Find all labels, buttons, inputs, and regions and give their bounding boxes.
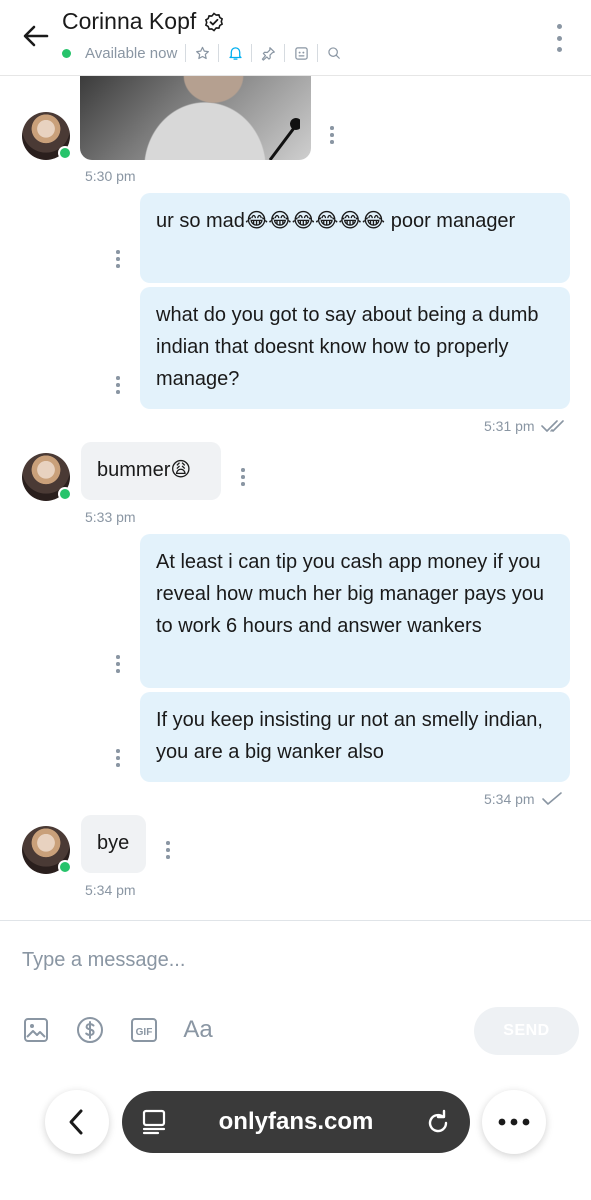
message-options-icon[interactable]	[115, 749, 121, 767]
message-input[interactable]	[22, 940, 562, 980]
reload-icon[interactable]	[424, 1107, 452, 1142]
browser-back-button[interactable]	[45, 1090, 109, 1154]
more-options-icon[interactable]	[552, 24, 566, 52]
online-status-dot	[58, 860, 72, 874]
divider	[284, 44, 286, 62]
chevron-left-icon	[69, 1109, 83, 1135]
arrow-left-icon	[23, 25, 49, 47]
pin-icon[interactable]	[260, 45, 276, 61]
contact-name: Corinna Kopf	[62, 8, 197, 34]
message-options-icon[interactable]	[329, 126, 335, 144]
image-icon[interactable]	[20, 1014, 52, 1046]
message-bubble-sent[interactable]: ur so mad😂😂😂😂😂😂 poor manager	[140, 193, 570, 283]
message-time: 5:33 pm	[85, 509, 136, 525]
divider	[185, 44, 187, 62]
online-status-dot	[58, 146, 72, 160]
message-options-icon[interactable]	[165, 841, 171, 859]
divider	[251, 44, 253, 62]
message-options-icon[interactable]	[115, 250, 121, 268]
divider	[317, 44, 319, 62]
avatar[interactable]	[22, 112, 72, 160]
message-bubble-received[interactable]: bummer😩	[81, 442, 221, 500]
browser-menu-button[interactable]	[482, 1090, 546, 1154]
message-bubble-sent[interactable]: If you keep insisting ur not an smelly i…	[140, 692, 570, 782]
message-text: what do you got to say about being a dum…	[156, 304, 539, 390]
search-icon[interactable]	[326, 45, 342, 61]
svg-text:GIF: GIF	[136, 1027, 153, 1038]
message-options-icon[interactable]	[115, 376, 121, 394]
gif-icon[interactable]: GIF	[128, 1014, 160, 1046]
message-time-row: 5:31 pm	[484, 418, 567, 434]
message-time: 5:30 pm	[85, 168, 136, 184]
message-text: At least i can tip you cash app money if…	[156, 551, 544, 637]
media-gallery-icon[interactable]	[293, 45, 309, 61]
message-time: 5:31 pm	[484, 418, 535, 434]
message-bubble-sent[interactable]: what do you got to say about being a dum…	[140, 287, 570, 409]
check-icon	[541, 792, 562, 805]
url-text: onlyfans.com	[218, 1108, 374, 1135]
online-status-dot	[58, 487, 72, 501]
avatar[interactable]	[22, 453, 72, 501]
message-bubble-received[interactable]: bye	[81, 815, 146, 873]
message-time: 5:34 pm	[85, 882, 136, 898]
header-subrow: Available now	[62, 44, 342, 62]
message-text: ur so mad😂😂😂😂😂😂 poor manager	[156, 210, 516, 232]
address-bar[interactable]: onlyfans.com	[122, 1091, 470, 1153]
microphone-shape	[268, 118, 300, 160]
chat-header: Corinna Kopf Available now	[0, 0, 591, 76]
message-time-row: 5:34 pm	[484, 791, 563, 807]
message-options-icon[interactable]	[115, 655, 121, 673]
message-options-icon[interactable]	[240, 468, 246, 486]
avatar[interactable]	[22, 826, 72, 874]
send-button[interactable]: SEND	[474, 1007, 579, 1055]
message-bubble-sent[interactable]: At least i can tip you cash app money if…	[140, 534, 570, 688]
online-dot	[62, 48, 71, 58]
message-text: bye	[97, 832, 130, 854]
message-text: If you keep insisting ur not an smelly i…	[156, 709, 543, 763]
message-text: bummer😩	[97, 459, 192, 481]
message-time: 5:34 pm	[484, 791, 535, 807]
back-button[interactable]	[20, 20, 52, 52]
availability-status: Available now	[85, 44, 178, 62]
star-icon[interactable]	[194, 45, 210, 61]
divider	[218, 44, 220, 62]
more-horizontal-icon	[498, 1118, 530, 1126]
verified-badge-icon	[204, 11, 224, 32]
composer-divider	[0, 920, 591, 921]
double-check-icon	[540, 420, 564, 432]
contact-name-row[interactable]: Corinna Kopf	[62, 8, 224, 35]
dollar-icon[interactable]	[74, 1014, 106, 1046]
message-image[interactable]	[80, 76, 311, 160]
text-format-icon[interactable]: Aa	[180, 1014, 216, 1046]
bell-icon[interactable]	[227, 45, 243, 61]
